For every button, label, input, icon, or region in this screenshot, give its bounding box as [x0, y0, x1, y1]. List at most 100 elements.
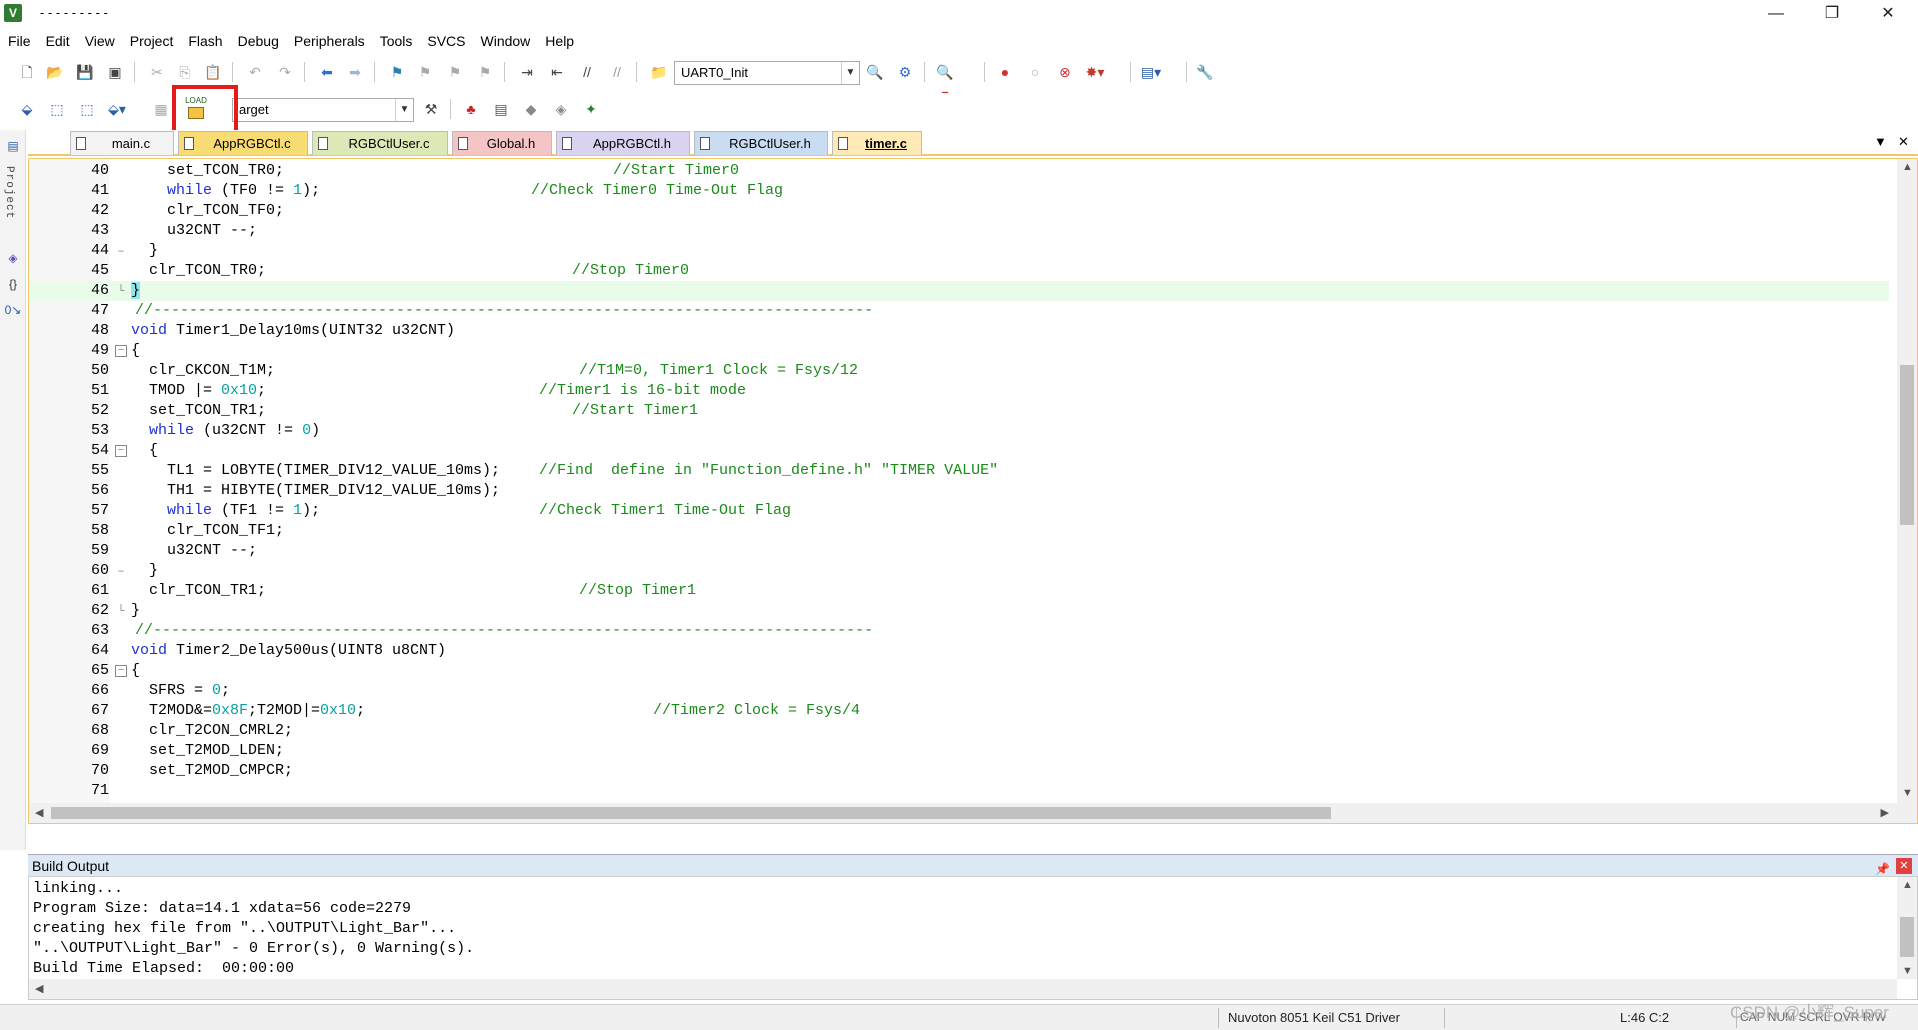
close-tab-icon[interactable]: ✕: [1898, 134, 1909, 150]
insert-breakpoint-icon[interactable]: ●: [994, 61, 1016, 83]
menu-help[interactable]: Help: [537, 30, 581, 52]
configure-icon[interactable]: 🔧: [1194, 61, 1216, 83]
code-line[interactable]: 70 set_T2MOD_CMPCR;: [29, 761, 1889, 781]
code-line[interactable]: 59 u32CNT --;: [29, 541, 1889, 561]
code-line[interactable]: 67 T2MOD&=0x8F;T2MOD|=0x10; //Timer2 Cloc…: [29, 701, 1889, 721]
window-layout-icon[interactable]: ▤▾: [1140, 61, 1162, 83]
fold-toggle-icon[interactable]: −: [115, 665, 127, 677]
scroll-thumb[interactable]: [51, 807, 1331, 819]
rebuild-icon[interactable]: ⬚: [76, 98, 98, 120]
code-line[interactable]: 62 └}: [29, 601, 1889, 621]
target-options-icon[interactable]: ⚒: [420, 98, 442, 120]
menu-svcs[interactable]: SVCS: [419, 30, 472, 52]
code-editor[interactable]: 40 set_TCON_TR0; //Start Timer0 41 while (…: [28, 158, 1918, 824]
menu-flash[interactable]: Flash: [180, 30, 229, 52]
code-line[interactable]: 57 while (TF1 != 1); //Check Timer1 Time-…: [29, 501, 1889, 521]
close-button[interactable]: ✕: [1860, 0, 1916, 28]
tab-list-dropdown-icon[interactable]: ▼: [1874, 134, 1887, 149]
code-line[interactable]: 69 set_T2MOD_LDEN;: [29, 741, 1889, 761]
code-line[interactable]: 46 └}: [29, 281, 1889, 301]
code-line[interactable]: 55 TL1 = LOBYTE(TIMER_DIV12_VALUE_10ms);…: [29, 461, 1889, 481]
menu-edit[interactable]: Edit: [38, 30, 77, 52]
scroll-left-icon[interactable]: ◀: [35, 982, 43, 995]
restore-button[interactable]: ❐: [1804, 0, 1860, 28]
code-line[interactable]: 52 set_TCON_TR1; //Start Timer1: [29, 401, 1889, 421]
code-line[interactable]: 63 //------------------------------------…: [29, 621, 1889, 641]
scroll-thumb[interactable]: [1900, 917, 1914, 957]
run-time-env-icon[interactable]: ✦: [580, 98, 602, 120]
code-line[interactable]: 50 clr_CKCON_T1M; //T1M=0, Timer1 Clock =…: [29, 361, 1889, 381]
templates-icon[interactable]: 0↘: [3, 300, 23, 320]
code-line[interactable]: 51 TMOD |= 0x10; //Timer1 is 16-bit mode: [29, 381, 1889, 401]
disable-breakpoints-icon[interactable]: ⊗: [1054, 61, 1076, 83]
editor-horizontal-scrollbar[interactable]: ◀ ▶: [29, 803, 1899, 823]
build-output-panel[interactable]: linking... Program Size: data=14.1 xdata…: [28, 876, 1918, 1000]
code-line[interactable]: 65−{: [29, 661, 1889, 681]
find-in-files-icon[interactable]: 📁: [648, 61, 670, 83]
select-packs-icon[interactable]: ◆: [520, 98, 542, 120]
paste-icon[interactable]: 📋: [202, 61, 224, 83]
tab-global-h[interactable]: Global.h: [452, 131, 552, 155]
fold-toggle-icon[interactable]: −: [115, 445, 127, 457]
tab-rgbctluser-h[interactable]: RGBCtlUser.h: [694, 131, 828, 155]
tab-timer-c[interactable]: timer.c: [832, 131, 922, 155]
chevron-down-icon[interactable]: ▼: [841, 62, 859, 84]
target-combo[interactable]: arget ▼: [232, 98, 414, 122]
output-horizontal-scrollbar[interactable]: ◀: [29, 979, 1897, 999]
enable-breakpoint-icon[interactable]: ○: [1024, 61, 1046, 83]
navigate-forward-icon[interactable]: ➡: [344, 61, 366, 83]
menu-tools[interactable]: Tools: [372, 30, 420, 52]
tab-main-c[interactable]: main.c: [70, 131, 174, 155]
project-window-icon[interactable]: ▤: [3, 136, 23, 156]
editor-vertical-scrollbar[interactable]: ▲ ▼: [1897, 159, 1917, 823]
save-icon[interactable]: 💾: [74, 61, 96, 83]
functions-icon[interactable]: {}: [3, 274, 23, 294]
code-line[interactable]: 66 SFRS = 0;: [29, 681, 1889, 701]
menu-debug[interactable]: Debug: [230, 30, 286, 52]
code-line[interactable]: 61 clr_TCON_TR1; //Stop Timer1: [29, 581, 1889, 601]
code-line[interactable]: 43 u32CNT --;: [29, 221, 1889, 241]
menu-window[interactable]: Window: [473, 30, 538, 52]
stop-build-icon[interactable]: ▦: [150, 98, 172, 120]
code-line[interactable]: 68 clr_T2CON_CMRL2;: [29, 721, 1889, 741]
uncomment-icon[interactable]: //: [606, 61, 628, 83]
redo-icon[interactable]: ↷: [274, 61, 296, 83]
scroll-down-icon[interactable]: ▼: [1902, 787, 1913, 799]
copy-icon[interactable]: ⎘: [174, 61, 196, 83]
tab-apprgbctl-h[interactable]: AppRGBCtl.h: [556, 131, 690, 155]
next-bookmark-icon[interactable]: ⚑: [444, 61, 466, 83]
unindent-icon[interactable]: ⇤: [546, 61, 568, 83]
pack-installer-icon[interactable]: ◈: [550, 98, 572, 120]
code-line[interactable]: 47 //------------------------------------…: [29, 301, 1889, 321]
save-all-icon[interactable]: ▣: [104, 61, 126, 83]
minimize-button[interactable]: —: [1748, 0, 1804, 28]
open-file-icon[interactable]: 📂: [44, 61, 66, 83]
code-line[interactable]: 49−{: [29, 341, 1889, 361]
code-line[interactable]: 40 set_TCON_TR0; //Start Timer0: [29, 161, 1889, 181]
menu-view[interactable]: View: [77, 30, 122, 52]
function-combo[interactable]: UART0_Init ▼: [674, 61, 860, 85]
scroll-up-icon[interactable]: ▲: [1902, 879, 1913, 891]
find-icon[interactable]: 🔍: [864, 61, 886, 83]
menu-project[interactable]: Project: [122, 30, 181, 52]
code-line[interactable]: 48 void Timer1_Delay10ms(UINT32 u32CNT): [29, 321, 1889, 341]
new-file-icon[interactable]: 🗋: [16, 61, 38, 83]
kill-breakpoints-icon[interactable]: ✸▾: [1084, 61, 1106, 83]
code-line[interactable]: 56 TH1 = HIBYTE(TIMER_DIV12_VALUE_10ms);: [29, 481, 1889, 501]
comment-icon[interactable]: //: [576, 61, 598, 83]
prev-bookmark-icon[interactable]: ⚑: [414, 61, 436, 83]
cut-icon[interactable]: ✂: [146, 61, 168, 83]
multi-project-icon[interactable]: ▤: [490, 98, 512, 120]
translate-icon[interactable]: ⬙: [16, 98, 38, 120]
fold-toggle-icon[interactable]: −: [115, 345, 127, 357]
tab-apprgbctl-c[interactable]: AppRGBCtl.c: [178, 131, 308, 155]
clear-bookmarks-icon[interactable]: ⚑: [474, 61, 496, 83]
code-line[interactable]: 53 while (u32CNT != 0): [29, 421, 1889, 441]
code-line[interactable]: 54− {: [29, 441, 1889, 461]
code-line[interactable]: 44– }: [29, 241, 1889, 261]
scroll-left-icon[interactable]: ◀: [35, 806, 43, 819]
manage-components-icon[interactable]: ♣: [460, 98, 482, 120]
chevron-down-icon[interactable]: ▼: [395, 99, 413, 121]
build-icon[interactable]: ⬚: [46, 98, 68, 120]
batch-build-icon[interactable]: ⬙▾: [106, 98, 128, 120]
